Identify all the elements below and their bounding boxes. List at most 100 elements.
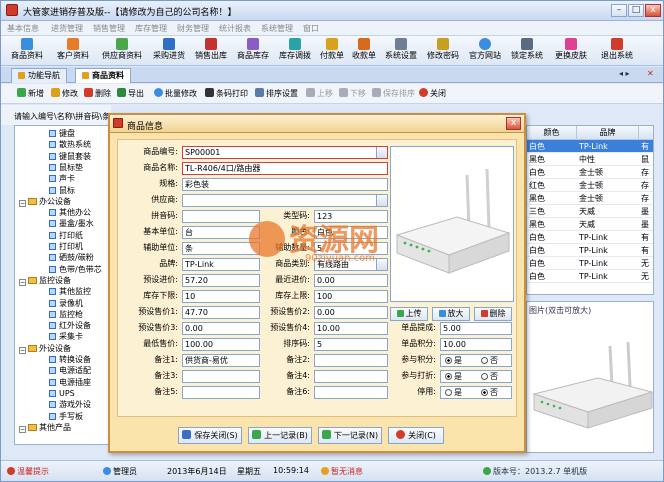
tree-node[interactable]: 其他办公 bbox=[49, 207, 91, 218]
tree-node[interactable]: 其他监控 bbox=[49, 286, 91, 297]
note1-field[interactable]: 供货商-易优 bbox=[182, 354, 260, 367]
tree-node[interactable]: 监控枪 bbox=[49, 309, 83, 320]
tree-node[interactable]: 墨盒/墨水 bbox=[49, 218, 94, 229]
tree-node[interactable]: 打印纸 bbox=[49, 230, 83, 241]
stock-low-field[interactable]: 10 bbox=[182, 290, 260, 303]
picker-icon[interactable] bbox=[376, 195, 387, 206]
tree-node[interactable]: 硒鼓/碳粉 bbox=[49, 252, 94, 263]
category-field[interactable]: 有线路由 bbox=[314, 258, 388, 271]
grid-cell[interactable]: 黑色 bbox=[527, 192, 577, 205]
pinyin-field[interactable] bbox=[182, 210, 260, 223]
tree-node[interactable]: 色带/色带芯 bbox=[49, 264, 102, 275]
grid-cell[interactable]: TP-Link bbox=[577, 244, 639, 257]
note2-field[interactable] bbox=[314, 354, 388, 367]
tab-navigation[interactable]: 功能导航 bbox=[11, 68, 67, 83]
grid-cell[interactable]: TP-Link bbox=[577, 140, 639, 153]
tree-node[interactable]: 转换设备 bbox=[49, 354, 91, 365]
note4-field[interactable] bbox=[314, 370, 388, 383]
grid-cell[interactable]: 黑色 bbox=[527, 218, 577, 231]
tree-node[interactable]: 散热系统 bbox=[49, 139, 91, 150]
toolbar-receipt-button[interactable]: 收款单 bbox=[349, 37, 379, 65]
aux-qty-field[interactable]: 5 bbox=[314, 242, 388, 255]
disabled-radio-no[interactable]: 否 bbox=[481, 387, 498, 398]
menu-finance[interactable]: 财务管理 bbox=[177, 23, 209, 34]
menu-window[interactable]: 窗口 bbox=[303, 23, 319, 34]
tree-node[interactable]: − 监控设备 bbox=[19, 275, 71, 286]
sort-settings-button[interactable]: 排序设置 bbox=[255, 88, 298, 99]
name-field[interactable]: TL-R406/4口/路由器 bbox=[182, 162, 388, 175]
grid-cell[interactable]: 中性 bbox=[577, 153, 639, 166]
menu-purchase[interactable]: 进货管理 bbox=[51, 23, 83, 34]
grid-cell[interactable]: TP-Link bbox=[577, 270, 639, 283]
grid-header-color[interactable]: 颜色 bbox=[527, 126, 577, 140]
tree-node[interactable]: 游戏外设 bbox=[49, 399, 91, 410]
grid-cell[interactable]: 无 bbox=[639, 257, 653, 270]
grid-cell[interactable]: 金士顿 bbox=[577, 179, 639, 192]
zoom-image-button[interactable]: 放大 bbox=[432, 307, 470, 321]
grid-cell[interactable]: 天威 bbox=[577, 205, 639, 218]
grid-cell[interactable]: 黑色 bbox=[527, 153, 577, 166]
type-field[interactable]: 123 bbox=[314, 210, 388, 223]
tab-close-icon[interactable]: ✕ bbox=[647, 69, 654, 78]
grid-cell[interactable]: 存 bbox=[639, 166, 653, 179]
save-close-button[interactable]: 保存关闭(S) bbox=[178, 427, 242, 444]
grid-cell[interactable]: 无 bbox=[639, 270, 653, 283]
price2-field[interactable]: 0.00 bbox=[314, 306, 388, 319]
tree-node[interactable]: − 外设设备 bbox=[19, 343, 71, 354]
grid-header-extra[interactable] bbox=[639, 126, 653, 140]
toolbar-transfer-button[interactable]: 库存调拨 bbox=[275, 37, 315, 65]
grid-cell[interactable]: 有 bbox=[639, 231, 653, 244]
new-button[interactable]: 新增 bbox=[17, 88, 44, 99]
color-field[interactable]: 白色 bbox=[314, 226, 388, 239]
join-discount-radio-no[interactable]: 否 bbox=[481, 371, 498, 382]
grid-cell[interactable]: TP-Link bbox=[577, 257, 639, 270]
picker-icon[interactable] bbox=[376, 259, 387, 270]
grid-cell[interactable]: 白色 bbox=[527, 244, 577, 257]
code-field[interactable]: SP00001 bbox=[182, 146, 388, 159]
menu-stock[interactable]: 库存管理 bbox=[135, 23, 167, 34]
toolbar-settings-button[interactable]: 系统设置 bbox=[381, 37, 421, 65]
menu-system[interactable]: 系统管理 bbox=[261, 23, 293, 34]
collapse-icon[interactable]: − bbox=[19, 278, 26, 286]
tree-node[interactable]: − 其他产品 bbox=[19, 422, 71, 433]
picker-icon[interactable] bbox=[376, 147, 387, 158]
grid-cell[interactable]: 存 bbox=[639, 192, 653, 205]
pre-buy-field[interactable]: 57.20 bbox=[182, 274, 260, 287]
grid-cell[interactable]: 鼠 bbox=[639, 153, 653, 166]
grid-cell[interactable]: 墨 bbox=[639, 218, 653, 231]
tree-node[interactable]: 电源适配 bbox=[49, 365, 91, 376]
commission-field[interactable]: 5.00 bbox=[440, 322, 512, 335]
aux-unit-field[interactable]: 条 bbox=[182, 242, 260, 255]
tree-node[interactable]: 鼠标垫 bbox=[49, 162, 83, 173]
menu-reports[interactable]: 统计报表 bbox=[219, 23, 251, 34]
grid-cell[interactable]: 有 bbox=[639, 140, 653, 153]
note5-field[interactable] bbox=[182, 386, 260, 399]
spec-field[interactable]: 彩色装 bbox=[182, 178, 388, 191]
tree-node[interactable]: 电源插座 bbox=[49, 377, 91, 388]
tree-node[interactable]: 键鼠套装 bbox=[49, 151, 91, 162]
join-points-radio-no[interactable]: 否 bbox=[481, 355, 498, 366]
note3-field[interactable] bbox=[182, 370, 260, 383]
delete-image-button[interactable]: 删除 bbox=[474, 307, 512, 321]
latest-buy-field[interactable]: 0.00 bbox=[314, 274, 388, 287]
toolbar-purchase-button[interactable]: 采购进货 bbox=[149, 37, 189, 65]
stock-high-field[interactable]: 100 bbox=[314, 290, 388, 303]
maximize-button[interactable]: □ bbox=[628, 4, 644, 17]
grid-cell[interactable]: 天威 bbox=[577, 218, 639, 231]
min-price-field[interactable]: 100.00 bbox=[182, 338, 260, 351]
tab-products[interactable]: 商品资料 bbox=[75, 68, 131, 83]
grid-cell[interactable]: 红色 bbox=[527, 179, 577, 192]
grid-cell[interactable]: 白色 bbox=[527, 270, 577, 283]
minimize-button[interactable]: – bbox=[611, 4, 627, 17]
toolbar-sales-button[interactable]: 销售出库 bbox=[191, 37, 231, 65]
edit-button[interactable]: 修改 bbox=[51, 88, 78, 99]
move-down-button[interactable]: 下移 bbox=[339, 88, 366, 99]
grid-cell[interactable]: TP-Link bbox=[577, 231, 639, 244]
toolbar-suppliers-button[interactable]: 供应商资料 bbox=[97, 37, 147, 65]
collapse-icon[interactable]: − bbox=[19, 346, 26, 354]
collapse-icon[interactable]: − bbox=[19, 425, 26, 433]
note6-field[interactable] bbox=[314, 386, 388, 399]
toolbar-skin-button[interactable]: 更换皮肤 bbox=[549, 37, 593, 65]
toolbar-payment-button[interactable]: 付款单 bbox=[317, 37, 347, 65]
save-sort-button[interactable]: 保存排序 bbox=[372, 88, 415, 99]
